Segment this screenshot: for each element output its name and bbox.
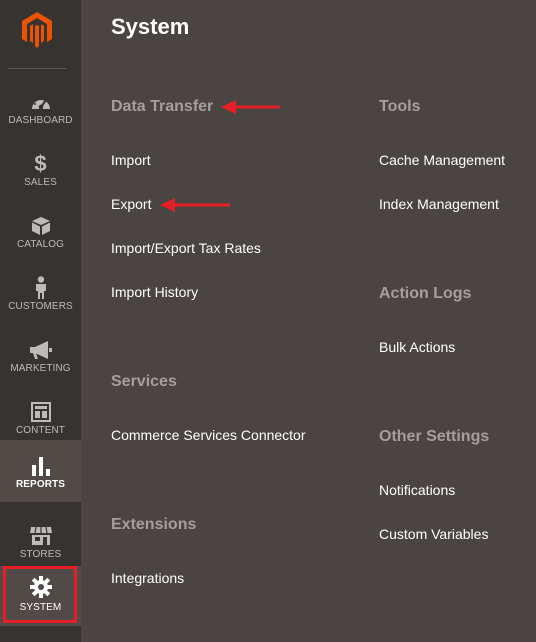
layout-icon	[0, 400, 81, 424]
system-highlight-box	[3, 566, 77, 623]
megaphone-icon	[0, 338, 81, 362]
annotation-arrow-data-transfer	[221, 100, 280, 114]
sidebar-item-catalog[interactable]: CATALOG	[0, 202, 81, 264]
link-import-history[interactable]: Import History	[111, 284, 198, 300]
sidebar-divider	[8, 68, 67, 69]
sidebar-item-label: MARKETING	[10, 363, 71, 374]
section-title-action-logs: Action Logs	[379, 285, 472, 302]
annotation-arrow-export	[160, 198, 230, 212]
section-title-services: Services	[111, 373, 177, 390]
link-import-export-tax-rates[interactable]: Import/Export Tax Rates	[111, 240, 261, 256]
link-export[interactable]: Export	[111, 196, 151, 212]
sidebar-item-label: SALES	[24, 177, 57, 188]
sidebar-item-label: CATALOG	[16, 239, 64, 250]
dollar-icon: $	[34, 151, 47, 176]
link-commerce-services-connector[interactable]: Commerce Services Connector	[111, 427, 306, 443]
sidebar-item-label: CUSTOMERS	[8, 301, 73, 312]
sidebar-item-dashboard[interactable]: DASHBOARD	[0, 78, 81, 140]
link-integrations[interactable]: Integrations	[111, 570, 184, 586]
link-import[interactable]: Import	[111, 152, 151, 168]
link-index-management[interactable]: Index Management	[379, 196, 499, 212]
section-title-tools: Tools	[379, 98, 421, 115]
bar-chart-icon	[0, 454, 81, 478]
magento-logo-icon	[22, 12, 52, 48]
sidebar-item-reports[interactable]: REPORTS	[0, 440, 81, 502]
section-title-extensions: Extensions	[111, 516, 197, 533]
sidebar-item-label: STORES	[19, 549, 62, 560]
section-title-data-transfer: Data Transfer	[111, 98, 214, 115]
dashboard-icon	[0, 90, 81, 114]
admin-sidebar: DASHBOARD $ SALES CATALOG CUSTOMERS MARK…	[0, 0, 81, 642]
person-icon	[0, 276, 81, 300]
sidebar-item-label: REPORTS	[15, 479, 66, 490]
sidebar-item-customers[interactable]: CUSTOMERS	[0, 264, 81, 326]
page-title: System	[111, 14, 190, 39]
sidebar-item-stores[interactable]: STORES	[0, 512, 81, 574]
sidebar-item-sales[interactable]: $ SALES	[0, 140, 81, 202]
link-notifications[interactable]: Notifications	[379, 482, 455, 498]
sidebar-item-marketing[interactable]: MARKETING	[0, 326, 81, 388]
magento-logo[interactable]	[0, 0, 81, 68]
system-menu-panel	[81, 0, 536, 642]
section-title-other-settings: Other Settings	[379, 428, 490, 445]
storefront-icon	[0, 524, 81, 548]
link-cache-management[interactable]: Cache Management	[379, 152, 505, 168]
link-custom-variables[interactable]: Custom Variables	[379, 526, 488, 542]
box-icon	[0, 214, 81, 238]
sidebar-item-label: CONTENT	[15, 425, 66, 436]
sidebar-item-label: DASHBOARD	[8, 115, 73, 126]
link-bulk-actions[interactable]: Bulk Actions	[379, 339, 455, 355]
